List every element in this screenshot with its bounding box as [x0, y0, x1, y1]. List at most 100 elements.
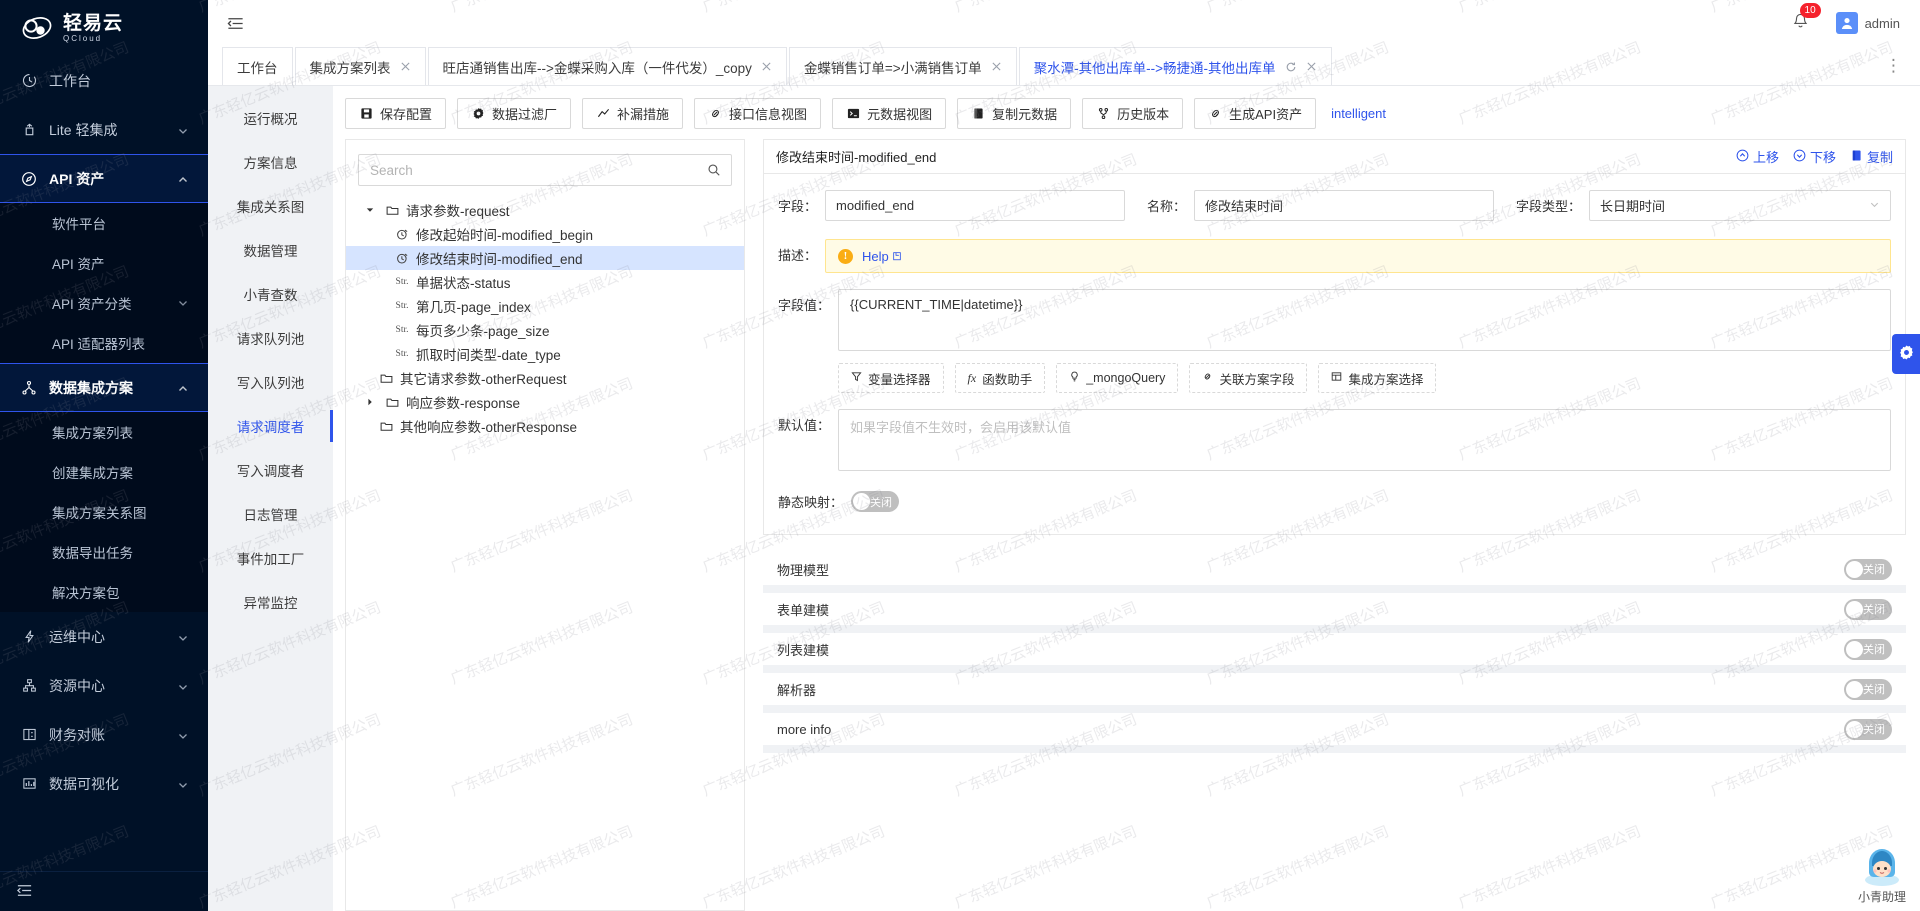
sidebar-collapse-button[interactable]	[0, 871, 208, 911]
move-up-button[interactable]: 上移	[1736, 147, 1779, 166]
field-type-select[interactable]: 长日期时间	[1589, 190, 1891, 221]
collapse-row-list-modeling[interactable]: 列表建模 关闭	[763, 633, 1906, 673]
toolbar: 保存配置 数据过滤厂 补漏措施	[333, 86, 1920, 139]
tab-wangdiantong-kingdee[interactable]: 旺店通销售出库-->金蝶采购入库（一件代发）_copy	[428, 47, 787, 85]
tree-node-modified-begin[interactable]: 修改起始时间-modified_begin	[346, 222, 744, 246]
copy-button[interactable]: 复制	[1850, 147, 1893, 166]
intelligent-link[interactable]: intelligent	[1331, 106, 1386, 121]
parameter-tree[interactable]: 请求参数-request 修改起始时间-modified_begin	[346, 194, 744, 910]
sidebar-item-api-asset-category[interactable]: API 资产分类	[0, 283, 208, 323]
subnav-item-relation-graph[interactable]: 集成关系图	[208, 184, 333, 228]
field-input[interactable]: modified_end	[825, 190, 1125, 221]
subnav-item-write-scheduler[interactable]: 写入调度者	[208, 448, 333, 492]
history-version-button[interactable]: 历史版本	[1082, 98, 1183, 129]
sidebar-item-workbench[interactable]: 工作台	[0, 56, 208, 105]
subnav-item-scheme-info[interactable]: 方案信息	[208, 140, 333, 184]
sidebar-item-data-export-task[interactable]: 数据导出任务	[0, 532, 208, 572]
tab-kingdee-xiaoman[interactable]: 金蝶销售订单=>小满销售订单	[789, 47, 1017, 85]
subnav-item-request-scheduler[interactable]: 请求调度者	[208, 404, 333, 448]
collapse-row-parser[interactable]: 解析器 关闭	[763, 673, 1906, 713]
sidebar-item-api-assets[interactable]: API 资产	[0, 154, 208, 203]
subnav-item-request-queue[interactable]: 请求队列池	[208, 316, 333, 360]
variable-selector-button[interactable]: 变量选择器	[838, 363, 944, 393]
tree-node-page-size[interactable]: Str. 每页多少条-page_size	[346, 318, 744, 342]
parser-toggle[interactable]: 关闭	[1844, 679, 1892, 700]
caret-down-icon[interactable]	[362, 206, 378, 214]
sidebar-item-data-integration[interactable]: 数据集成方案	[0, 363, 208, 412]
data-filter-button[interactable]: 数据过滤厂	[457, 98, 571, 129]
list-modeling-toggle[interactable]: 关闭	[1844, 639, 1892, 660]
patch-measures-button[interactable]: 补漏措施	[582, 98, 683, 129]
menu-fold-icon[interactable]	[222, 10, 248, 36]
tree-node-date-type[interactable]: Str. 抓取时间类型-date_type	[346, 342, 744, 366]
mongo-query-button[interactable]: _mongoQuery	[1056, 363, 1178, 393]
sidebar-item-software-platform[interactable]: 软件平台	[0, 203, 208, 243]
sidebar-item-api-asset[interactable]: API 资产	[0, 243, 208, 283]
field-value-textarea[interactable]: {{CURRENT_TIME|datetime}}	[838, 289, 1891, 351]
collapse-row-physical-model[interactable]: 物理模型 关闭	[763, 553, 1906, 593]
sidebar-item-api-adapter-list[interactable]: API 适配器列表	[0, 323, 208, 363]
form-modeling-toggle[interactable]: 关闭	[1844, 599, 1892, 620]
subnav-item-xiaoqing-query[interactable]: 小青查数	[208, 272, 333, 316]
tree-node-status[interactable]: Str. 单据状态-status	[346, 270, 744, 294]
search-input[interactable]	[359, 155, 697, 185]
search-icon[interactable]	[697, 155, 731, 185]
settings-float-button[interactable]	[1892, 334, 1920, 374]
tbtn-label: 生成API资产	[1229, 104, 1302, 123]
sidebar-item-data-visualization[interactable]: 数据可视化	[0, 759, 208, 808]
close-icon[interactable]	[400, 61, 411, 72]
function-assistant-button[interactable]: fx 函数助手	[955, 363, 1046, 393]
tbtn-label: 元数据视图	[867, 104, 932, 123]
save-config-button[interactable]: 保存配置	[345, 98, 446, 129]
move-down-button[interactable]: 下移	[1793, 147, 1836, 166]
close-icon[interactable]	[761, 61, 772, 72]
name-input[interactable]: 修改结束时间	[1194, 190, 1494, 221]
brand-logo-area[interactable]: 轻易云 QCloud	[0, 0, 208, 56]
static-mapping-toggle[interactable]: 关闭	[851, 491, 899, 512]
subnav-item-log-management[interactable]: 日志管理	[208, 492, 333, 536]
subnav-item-overview[interactable]: 运行概况	[208, 96, 333, 140]
sidebar-item-resource-center[interactable]: 资源中心	[0, 661, 208, 710]
collapse-row-more-info[interactable]: more info 关闭	[763, 713, 1906, 753]
tree-node-response[interactable]: 响应参数-response	[346, 390, 744, 414]
more-info-toggle[interactable]: 关闭	[1844, 719, 1892, 740]
tree-node-other-request[interactable]: 其它请求参数-otherRequest	[346, 366, 744, 390]
search-box[interactable]	[358, 154, 732, 186]
tree-node-other-response[interactable]: 其他响应参数-otherResponse	[346, 414, 744, 438]
sidebar-item-lite[interactable]: Lite 轻集成	[0, 105, 208, 154]
sidebar-nav[interactable]: 工作台 Lite 轻集成 API 资产	[0, 56, 208, 871]
notification-bell[interactable]: 10	[1791, 12, 1810, 34]
help-link[interactable]: Help	[862, 249, 902, 264]
tree-node-request[interactable]: 请求参数-request	[346, 198, 744, 222]
copy-metadata-button[interactable]: 复制元数据	[957, 98, 1071, 129]
user-menu[interactable]: admin	[1836, 12, 1900, 34]
tab-workbench[interactable]: 工作台	[222, 47, 293, 85]
sidebar-item-integration-graph[interactable]: 集成方案关系图	[0, 492, 208, 532]
subnav-item-data-management[interactable]: 数据管理	[208, 228, 333, 272]
more-vertical-icon[interactable]: ⋮	[1869, 56, 1920, 76]
sidebar-item-ops-center[interactable]: 运维中心	[0, 612, 208, 661]
subnav-item-write-queue[interactable]: 写入队列池	[208, 360, 333, 404]
subnav-item-event-factory[interactable]: 事件加工厂	[208, 536, 333, 580]
sidebar-item-finance[interactable]: 财务对账	[0, 710, 208, 759]
refresh-icon[interactable]	[1285, 61, 1297, 73]
sidebar-item-solution-package[interactable]: 解决方案包	[0, 572, 208, 612]
tab-jushuitan-changjietong[interactable]: 聚水潭-其他出库单-->畅捷通-其他出库单	[1019, 47, 1332, 85]
integration-scheme-select-button[interactable]: 集成方案选择	[1318, 363, 1436, 393]
subnav-item-exception-monitor[interactable]: 异常监控	[208, 580, 333, 624]
caret-right-icon[interactable]	[362, 398, 378, 406]
sidebar-item-create-integration[interactable]: 创建集成方案	[0, 452, 208, 492]
close-icon[interactable]	[991, 61, 1002, 72]
close-icon[interactable]	[1306, 61, 1317, 72]
related-scheme-field-button[interactable]: 关联方案字段	[1189, 363, 1307, 393]
default-value-textarea[interactable]: 如果字段值不生效时，会启用该默认值	[838, 409, 1891, 471]
sidebar-item-integration-list[interactable]: 集成方案列表	[0, 412, 208, 452]
tab-integration-list[interactable]: 集成方案列表	[295, 47, 426, 85]
metadata-view-button[interactable]: 元数据视图	[832, 98, 946, 129]
tree-node-modified-end[interactable]: 修改结束时间-modified_end	[346, 246, 744, 270]
api-info-view-button[interactable]: 接口信息视图	[694, 98, 821, 129]
generate-api-asset-button[interactable]: 生成API资产	[1194, 98, 1316, 129]
physical-model-toggle[interactable]: 关闭	[1844, 559, 1892, 580]
collapse-row-form-modeling[interactable]: 表单建模 关闭	[763, 593, 1906, 633]
tree-node-page-index[interactable]: Str. 第几页-page_index	[346, 294, 744, 318]
